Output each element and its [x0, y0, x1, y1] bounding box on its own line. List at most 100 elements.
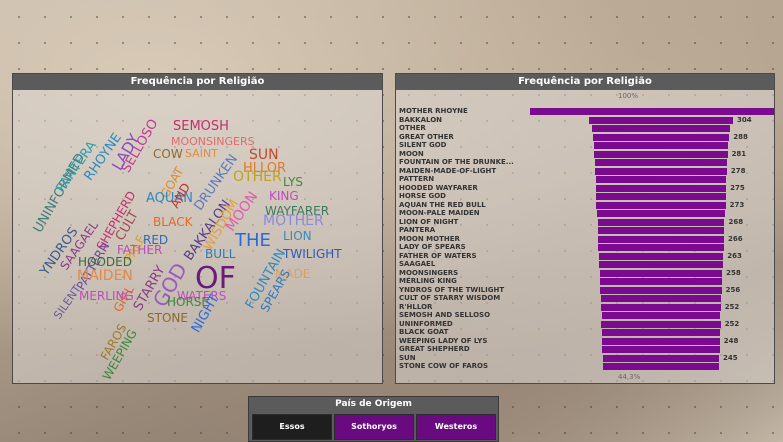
slicer-option-sothoryos[interactable]: Sothoryos: [334, 414, 414, 440]
funnel-bar[interactable]: [600, 295, 722, 302]
bar-value-label: 304: [737, 115, 752, 124]
funnel-bar[interactable]: [601, 329, 721, 336]
category-label: UNINFORMED: [399, 319, 453, 328]
word-cloud-word[interactable]: COW: [153, 148, 183, 160]
funnel-bar[interactable]: [593, 142, 729, 149]
word-cloud-word[interactable]: SEMOSH: [173, 120, 229, 133]
category-label: HORSE GOD: [399, 192, 446, 200]
funnel-bar[interactable]: [597, 227, 725, 234]
word-cloud-word[interactable]: MOONSINGERS: [171, 136, 255, 147]
bar-value-label: 245: [723, 353, 738, 362]
category-label: GREAT OTHER: [399, 132, 454, 141]
category-label: SILENT GOD: [399, 141, 447, 149]
word-cloud-word[interactable]: THE: [235, 232, 271, 250]
funnel-bar[interactable]: [602, 354, 720, 362]
word-cloud-word[interactable]: TWILIGHT: [283, 248, 342, 260]
word-cloud-word[interactable]: OTHER: [233, 170, 282, 184]
slicer-option-westeros[interactable]: Westeros: [416, 414, 496, 440]
category-label: PANTERA: [399, 226, 436, 234]
funnel-bar[interactable]: [601, 312, 721, 319]
bar-value-label: 248: [723, 336, 739, 345]
funnel-bar[interactable]: [600, 278, 722, 285]
funnel-bar[interactable]: [600, 286, 722, 294]
word-cloud-word[interactable]: LION: [283, 230, 312, 242]
country-slicer: País de Origem Essos Sothoryos Westeros: [248, 396, 499, 442]
word-cloud-word[interactable]: SUN: [249, 148, 279, 162]
funnel-bar[interactable]: [599, 261, 723, 268]
bar-value-label: 252: [724, 302, 740, 311]
category-label: CULT OF STARRY WISDOM: [399, 294, 501, 302]
category-label: SAAGAEL: [399, 260, 436, 268]
word-cloud-word[interactable]: MAIDEN: [77, 269, 133, 283]
funnel-bar[interactable]: [597, 235, 724, 243]
funnel-bar[interactable]: [597, 218, 725, 226]
bar-value-label: 275: [730, 183, 745, 192]
funnel-chart-panel: Frequência por Religião 100% 44,3% MOTHE…: [395, 73, 775, 384]
funnel-chart-title: Frequência por Religião: [396, 74, 774, 90]
word-cloud-word[interactable]: SAINT: [185, 148, 218, 159]
category-label: AQUAN THE RED BULL: [399, 200, 486, 209]
word-cloud-word[interactable]: BLACK: [153, 216, 192, 228]
funnel-bar[interactable]: [595, 184, 727, 192]
funnel-bar[interactable]: [592, 133, 730, 141]
category-label: STONE COW OF FAROS: [399, 362, 489, 370]
funnel-bar[interactable]: [599, 269, 723, 277]
category-label: FOUNTAIN OF THE DRUNKE...: [399, 158, 514, 166]
category-label: HOODED WAYFARER: [399, 183, 478, 192]
bar-value-label: 288: [733, 132, 748, 141]
top-percentage-label: 100%: [618, 92, 639, 100]
word-cloud: SEMOSH MOONSINGERS SELLOSO UNINFORMED PANTER…: [13, 90, 382, 383]
category-label: PATTERN: [399, 175, 435, 183]
word-cloud-title: Frequência por Religião: [13, 74, 382, 90]
funnel-chart: 100% 44,3% MOTHER RHOYNE BAKKALON OTHER GRE…: [396, 90, 774, 383]
word-cloud-word[interactable]: STONE: [147, 312, 188, 324]
category-label: BAKKALON: [399, 115, 443, 124]
funnel-bar[interactable]: [602, 337, 720, 345]
bar-value-label: 263: [727, 251, 742, 260]
funnel-bar[interactable]: [530, 108, 774, 115]
word-cloud-word[interactable]: MOTHER: [263, 214, 324, 228]
category-label: GREAT SHEPHERD: [399, 345, 470, 353]
bottom-percentage-label: 44,3%: [618, 373, 641, 381]
bar-value-label: 258: [726, 268, 741, 277]
funnel-bar[interactable]: [594, 159, 728, 166]
word-cloud-word[interactable]: KING: [269, 190, 299, 202]
word-cloud-word[interactable]: MERLING: [79, 290, 134, 302]
category-label: WEEPING LADY OF LYS: [399, 336, 488, 345]
word-cloud-word[interactable]: LYS: [283, 176, 303, 188]
funnel-bar[interactable]: [602, 346, 720, 353]
funnel-bar[interactable]: [598, 244, 724, 251]
category-label: MOON: [399, 149, 424, 158]
category-label: MAIDEN-MADE-OF-LIGHT: [399, 166, 497, 175]
funnel-bar[interactable]: [601, 320, 721, 328]
bar-value-label: 266: [728, 234, 743, 243]
bar-value-label: 278: [730, 166, 746, 175]
category-label: SUN: [399, 353, 416, 362]
funnel-bar[interactable]: [594, 150, 728, 158]
bar-value-label: 268: [728, 217, 744, 226]
funnel-bar[interactable]: [595, 176, 727, 183]
word-cloud-word[interactable]: BULL: [205, 248, 235, 260]
funnel-bar[interactable]: [595, 167, 727, 175]
category-label: FATHER OF WATERS: [399, 251, 477, 260]
funnel-bar[interactable]: [592, 125, 730, 132]
category-label: MOON MOTHER: [399, 234, 460, 243]
category-label: MOON-PALE MAIDEN: [399, 209, 480, 217]
funnel-bar[interactable]: [596, 201, 726, 209]
category-label: YNDROS OF THE TWILIGHT: [399, 285, 505, 294]
word-cloud-word[interactable]: HOODED: [78, 256, 132, 268]
funnel-bar[interactable]: [596, 193, 726, 200]
category-label: MOTHER RHOYNE: [399, 107, 468, 115]
bar-value-label: 256: [725, 285, 741, 294]
bar-value-label: 281: [731, 149, 747, 158]
funnel-bar[interactable]: [601, 303, 721, 311]
funnel-bar[interactable]: [588, 116, 733, 124]
category-label: LADY OF SPEARS: [399, 243, 466, 251]
category-label: OTHER: [399, 124, 426, 132]
funnel-bar[interactable]: [602, 363, 720, 370]
funnel-bar[interactable]: [598, 252, 724, 260]
funnel-bar[interactable]: [596, 210, 726, 217]
slicer-option-essos[interactable]: Essos: [252, 414, 332, 440]
category-label: SEMOSH AND SELLOSO: [399, 311, 491, 319]
word-cloud-panel: Frequência por Religião SEMOSH MOONSINGER…: [12, 73, 383, 384]
